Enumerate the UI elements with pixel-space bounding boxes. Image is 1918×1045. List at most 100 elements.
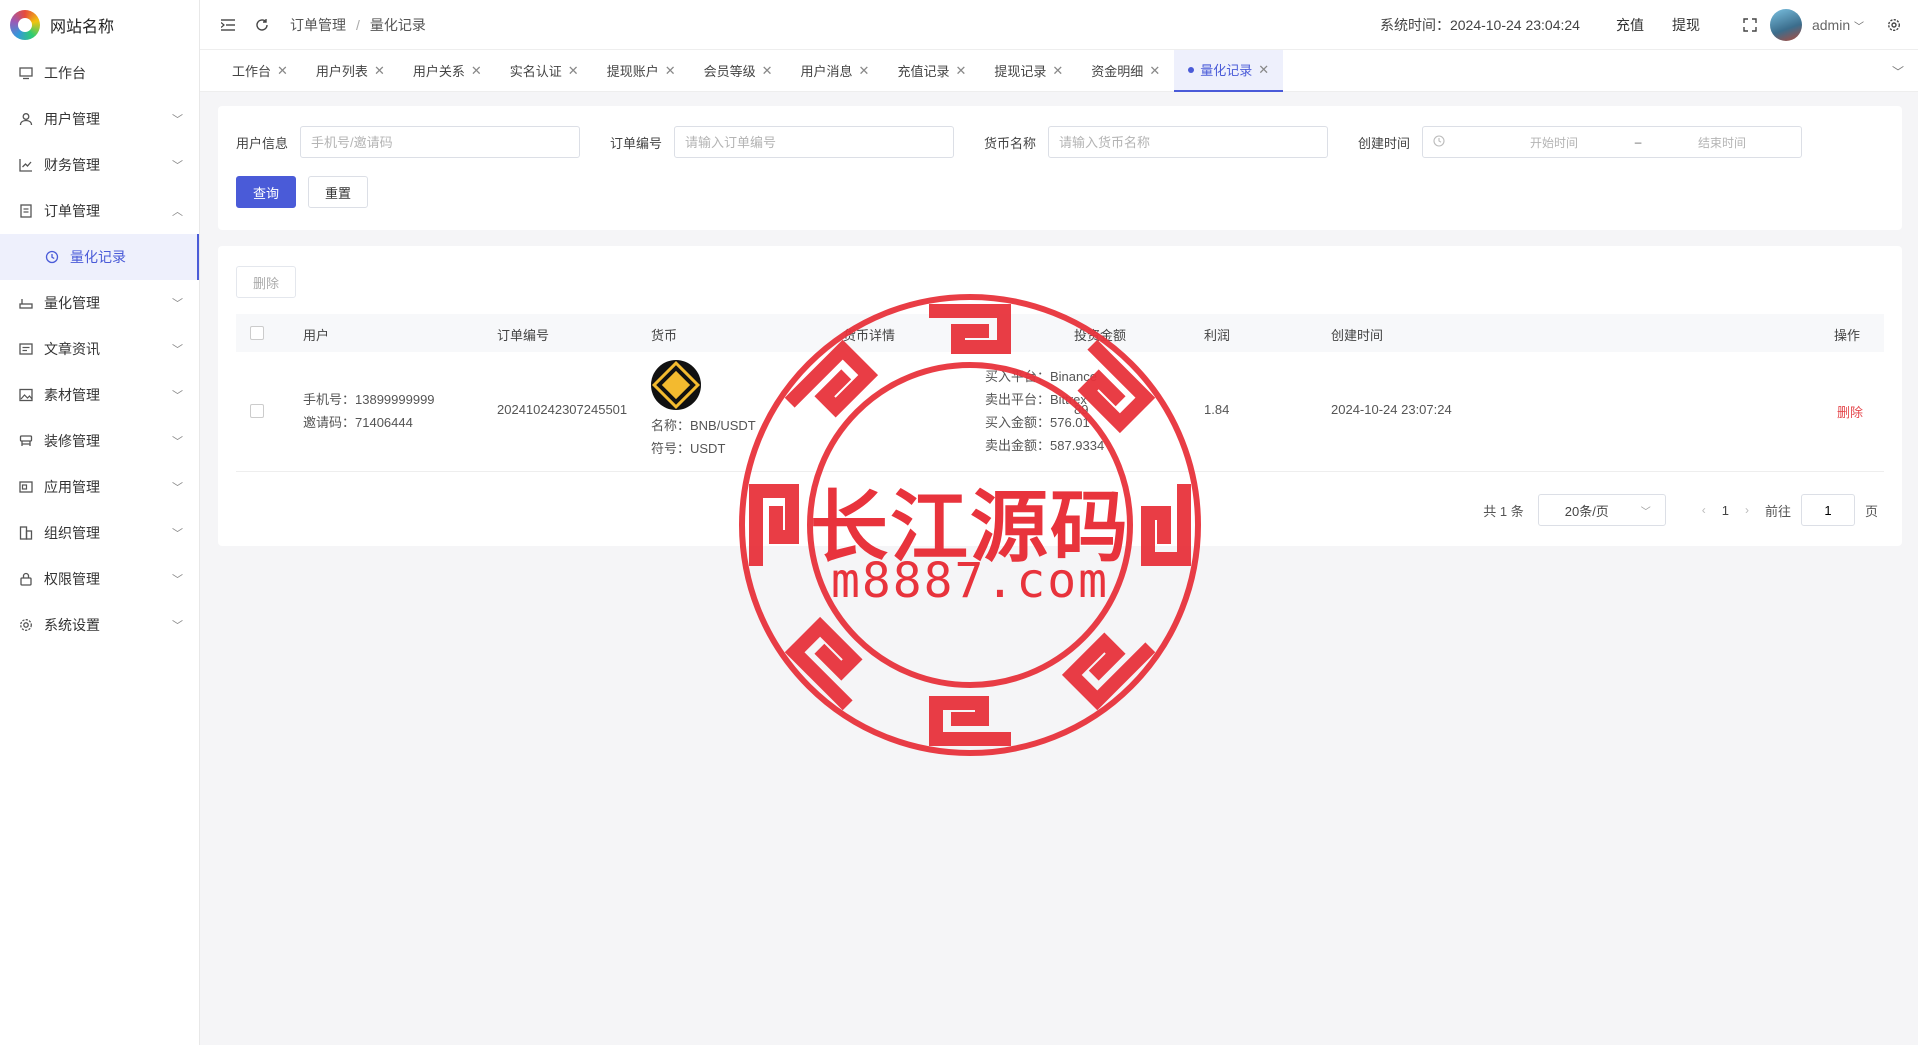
refresh-icon[interactable] — [252, 15, 272, 35]
date-range-picker[interactable]: 开始时间 – 结束时间 — [1422, 126, 1803, 158]
close-icon[interactable]: ✕ — [568, 63, 579, 79]
tab-user-messages[interactable]: 用户消息 ✕ — [787, 50, 884, 92]
fullscreen-icon[interactable] — [1740, 15, 1760, 35]
close-icon[interactable]: ✕ — [665, 63, 676, 79]
coin-name-label: 货币名称 — [984, 135, 1037, 151]
order-no: 202410242307245501 — [497, 402, 628, 417]
sidebar-item-label: 量化记录 — [70, 249, 126, 265]
sidebar-item-label: 装修管理 — [44, 433, 100, 449]
column-header: 用户 — [303, 328, 330, 343]
tab-label: 资金明细 — [1091, 64, 1144, 79]
close-icon[interactable]: ✕ — [955, 63, 966, 79]
chevron-down-icon[interactable]: ﹀ — [1892, 63, 1904, 80]
profit: 1.84 — [1204, 402, 1230, 417]
app-icon — [18, 479, 34, 495]
breadcrumb-item[interactable]: 订单管理 — [290, 15, 346, 35]
column-header: 货币 — [651, 328, 678, 343]
sidebar-item-apps[interactable]: 应用管理 ﹀ — [0, 464, 199, 510]
close-icon[interactable]: ✕ — [1149, 63, 1160, 79]
close-icon[interactable]: ✕ — [1052, 63, 1063, 79]
tab-real-name[interactable]: 实名认证 ✕ — [496, 50, 593, 92]
table-panel: 删除 用户 订单编号 货币 货币详情 投资金额 利润 创建时间 操作 手机号：1… — [218, 246, 1902, 546]
user-phone: 手机号：13899999999 — [303, 392, 435, 407]
current-page[interactable]: 1 — [1722, 503, 1729, 518]
reset-button[interactable]: 重置 — [308, 176, 369, 208]
filter-panel: 用户信息 订单编号 货币名称 创建时间 开始时间 – 结束时间 查询 重置 — [218, 106, 1902, 230]
tab-fund-details[interactable]: 资金明细 ✕ — [1077, 50, 1174, 92]
sidebar-item-label: 量化管理 — [44, 295, 100, 311]
end-time-input[interactable]: 结束时间 — [1653, 134, 1791, 151]
logo[interactable]: 网站名称 — [0, 0, 199, 50]
order-no-input[interactable] — [674, 126, 955, 158]
top-header: 订单管理 / 量化记录 系统时间：2024-10-24 23:04:24 充值 … — [200, 0, 1918, 50]
tab-label: 用户列表 — [315, 64, 368, 79]
user-cell: 手机号：13899999999 邀请码：71406444 — [303, 388, 435, 434]
table-row: 手机号：13899999999 邀请码：71406444 20241024230… — [236, 352, 1884, 472]
start-time-input[interactable]: 开始时间 — [1485, 134, 1623, 151]
sidebar: 网站名称 工作台 用户管理 ﹀ 财务管理 ﹀ 订单管理 ︿ 量化记录 量化管理 … — [0, 0, 200, 1045]
close-icon[interactable]: ✕ — [1258, 62, 1269, 78]
withdraw-link[interactable]: 提现 — [1672, 15, 1700, 35]
goto-page-input[interactable] — [1800, 494, 1855, 526]
breadcrumb-current: 量化记录 — [369, 16, 426, 33]
tab-label: 用户消息 — [800, 64, 853, 79]
tab-workbench[interactable]: 工作台 ✕ — [200, 50, 302, 92]
column-header: 投资金额 — [1074, 328, 1127, 343]
active-dot-icon — [1188, 66, 1195, 73]
tab-withdraw-records[interactable]: 提现记录 ✕ — [980, 50, 1077, 92]
sidebar-item-users[interactable]: 用户管理 ﹀ — [0, 96, 199, 142]
created-time: 2024-10-24 23:07:24 — [1331, 402, 1452, 417]
sidebar-item-quant[interactable]: 量化管理 ﹀ — [0, 280, 199, 326]
sidebar-item-workbench[interactable]: 工作台 — [0, 50, 199, 96]
watermark-text-2: m8887.com — [830, 553, 1110, 609]
close-icon[interactable]: ✕ — [374, 63, 385, 79]
coin-name: 名称：BNB/USDT — [651, 418, 756, 433]
page-size-select[interactable]: 20条/页 ﹀ — [1537, 494, 1666, 526]
tab-label: 充值记录 — [897, 64, 950, 79]
sidebar-item-orders[interactable]: 订单管理 ︿ — [0, 188, 199, 234]
created-time-label: 创建时间 — [1358, 135, 1411, 151]
close-icon[interactable]: ✕ — [471, 63, 482, 79]
user-menu[interactable]: admin ﹀ — [1812, 17, 1864, 33]
settings-gear-icon[interactable] — [1884, 15, 1904, 35]
sidebar-item-label: 素材管理 — [44, 387, 100, 403]
avatar[interactable] — [1769, 9, 1802, 41]
quant-icon — [18, 295, 34, 311]
sidebar-item-org[interactable]: 组织管理 ﹀ — [0, 510, 199, 556]
tab-withdraw-accounts[interactable]: 提现账户 ✕ — [593, 50, 690, 92]
tab-member-levels[interactable]: 会员等级 ✕ — [690, 50, 787, 92]
close-icon[interactable]: ✕ — [277, 63, 288, 79]
sidebar-item-settings[interactable]: 系统设置 ﹀ — [0, 602, 199, 648]
coin-symbol: 符号：USDT — [651, 441, 726, 456]
buy-platform: 买入平台：Binance — [985, 369, 1097, 384]
row-checkbox[interactable] — [250, 404, 264, 418]
sidebar-item-decor[interactable]: 装修管理 ﹀ — [0, 418, 199, 464]
next-page-icon[interactable]: › — [1745, 503, 1749, 517]
menu-fold-icon[interactable] — [218, 15, 238, 35]
sidebar-item-quant-records[interactable]: 量化记录 — [0, 234, 199, 280]
close-icon[interactable]: ✕ — [762, 63, 773, 79]
page-unit-label: 页 — [1864, 503, 1878, 519]
tab-recharge-records[interactable]: 充值记录 ✕ — [883, 50, 980, 92]
column-header: 操作 — [1834, 328, 1861, 343]
sidebar-item-articles[interactable]: 文章资讯 ﹀ — [0, 326, 199, 372]
recharge-link[interactable]: 充值 — [1616, 15, 1644, 35]
tab-user-list[interactable]: 用户列表 ✕ — [302, 50, 399, 92]
query-button[interactable]: 查询 — [236, 176, 297, 208]
batch-delete-button[interactable]: 删除 — [236, 266, 297, 298]
user-name: admin — [1811, 17, 1851, 33]
prev-page-icon[interactable]: ‹ — [1702, 503, 1706, 517]
user-info-input[interactable] — [300, 126, 581, 158]
sidebar-item-permissions[interactable]: 权限管理 ﹀ — [0, 556, 199, 602]
sidebar-item-materials[interactable]: 素材管理 ﹀ — [0, 372, 199, 418]
tab-user-relations[interactable]: 用户关系 ✕ — [399, 50, 496, 92]
row-delete-button[interactable]: 删除 — [1837, 402, 1863, 421]
coin-name-input[interactable] — [1048, 126, 1329, 158]
sidebar-item-finance[interactable]: 财务管理 ﹀ — [0, 142, 199, 188]
close-icon[interactable]: ✕ — [859, 63, 870, 79]
bnb-coin-icon — [651, 360, 701, 410]
page-size-value: 20条/页 — [1564, 503, 1609, 519]
select-all-checkbox[interactable] — [250, 326, 264, 340]
tab-quant-records[interactable]: 量化记录 ✕ — [1174, 49, 1284, 92]
tab-label: 会员等级 — [703, 64, 756, 79]
